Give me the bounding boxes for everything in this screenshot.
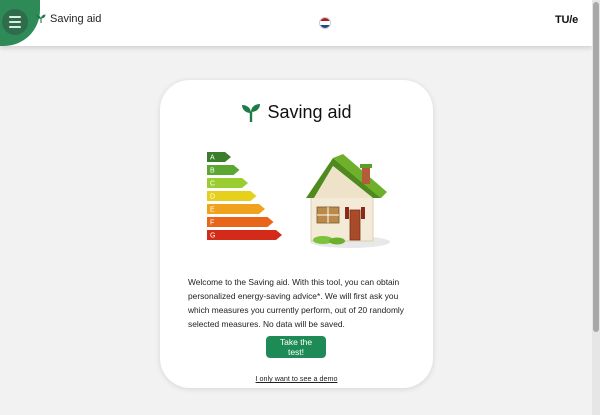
energy-label-letter-f: F <box>210 220 214 227</box>
card-title: Saving aid <box>160 102 433 123</box>
welcome-text: Welcome to the Saving aid. With this too… <box>188 277 404 329</box>
flag-stripe <box>320 24 330 28</box>
house-icon <box>306 154 390 248</box>
energy-label-arrow-f <box>207 217 274 227</box>
demo-link[interactable]: I only want to see a demo <box>160 374 433 383</box>
scrollbar-thumb[interactable] <box>593 2 599 332</box>
sprout-icon <box>242 103 261 122</box>
energy-label-letter-g: G <box>210 233 215 240</box>
energy-label-letter-a: A <box>210 155 215 162</box>
energy-label-letter-c: C <box>210 181 215 188</box>
energy-label-arrow-e <box>207 204 265 214</box>
menu-icon-bar <box>9 21 21 23</box>
brand-link[interactable]: Saving aid <box>36 13 101 25</box>
energy-label-letter-b: B <box>210 168 215 175</box>
tue-logo: TU/e <box>554 14 578 26</box>
intro-card: Saving aid ABCDEFG Welcome to the Saving… <box>160 80 433 388</box>
energy-label-house-illustration: ABCDEFG <box>207 152 390 248</box>
energy-label-arrow-g <box>207 230 282 240</box>
top-navigation-bar: Saving aid TU/e <box>0 0 592 46</box>
sprout-icon <box>36 14 46 23</box>
brand-label: Saving aid <box>50 13 102 25</box>
menu-icon-bar <box>9 26 21 28</box>
card-title-text: Saving aid <box>267 102 352 122</box>
language-flag-button[interactable] <box>319 17 331 29</box>
take-test-button[interactable]: Take the test! <box>266 336 326 358</box>
energy-label-letter-e: E <box>210 207 215 214</box>
page-scrollbar[interactable] <box>592 0 600 415</box>
menu-icon <box>9 16 21 18</box>
energy-label-letter-d: D <box>210 194 215 201</box>
hamburger-menu-button[interactable] <box>2 9 28 35</box>
energy-label-bars: ABCDEFG <box>207 152 282 240</box>
